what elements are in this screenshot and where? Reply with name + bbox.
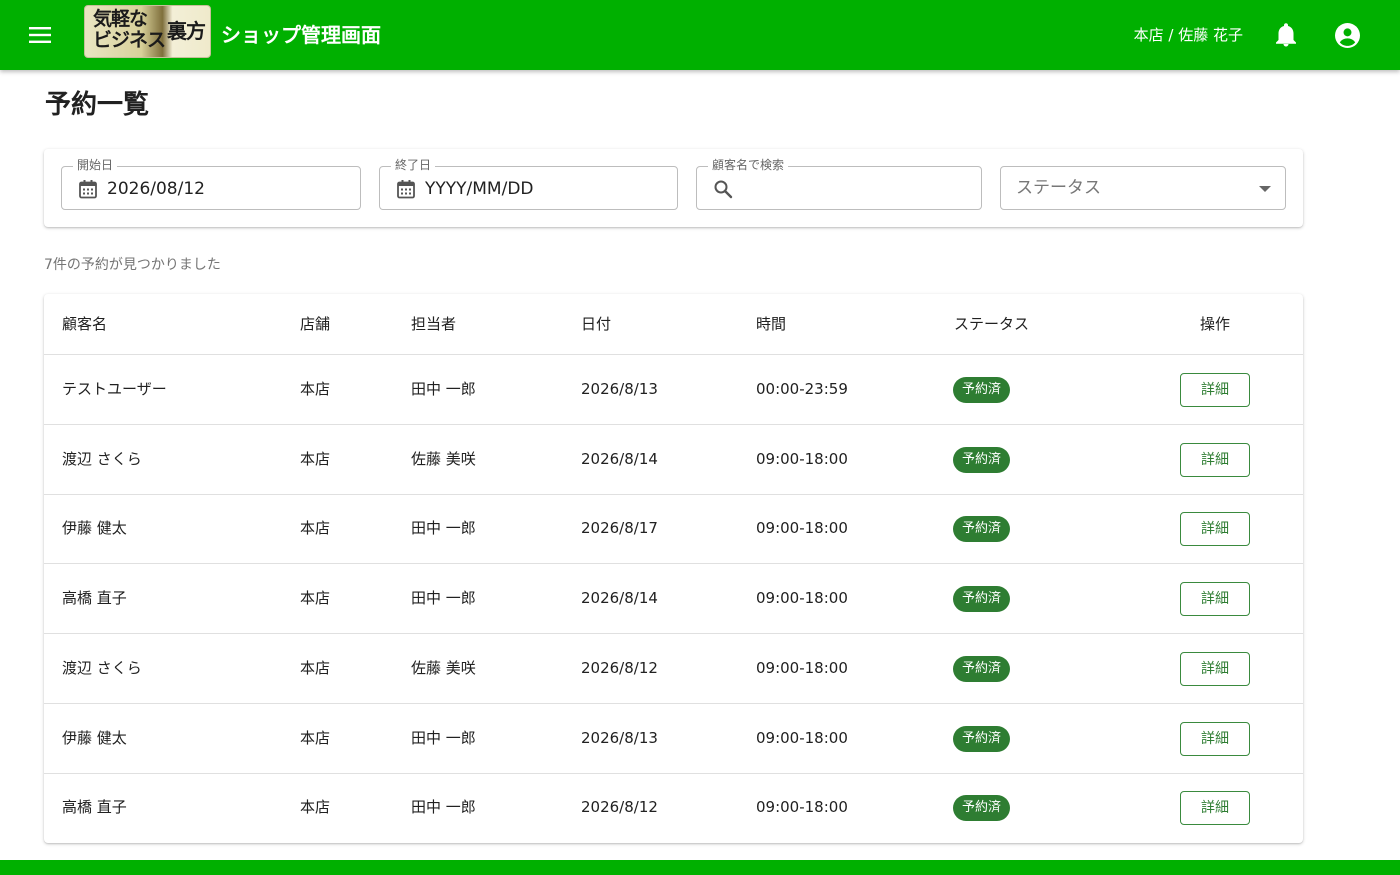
status-badge: 予約済 xyxy=(953,446,1011,473)
start-date-value: 2026/08/12 xyxy=(107,179,205,199)
cell-customer: 高橋 直子 xyxy=(62,798,127,817)
page-title: 予約一覧 xyxy=(45,90,150,120)
status-badge: 予約済 xyxy=(953,377,1011,403)
cell-customer: 高橋 直子 xyxy=(62,589,127,608)
menu-icon xyxy=(29,27,51,43)
column-header-store[interactable]: 店舗 xyxy=(300,314,330,334)
status-badge: 予約済 xyxy=(953,586,1011,613)
detail-button[interactable]: 詳細 xyxy=(1180,721,1250,756)
cell-time: 09:00-18:00 xyxy=(756,449,848,468)
brand-logo[interactable]: 気軽な ビジネス 裏方 xyxy=(84,5,211,58)
app-title: ショップ管理画面 xyxy=(221,23,381,47)
cell-staff: 田中 一郎 xyxy=(411,589,476,608)
table-row[interactable]: 渡辺 さくら 本店 佐藤 美咲 2026/8/14 09:00-18:00 予約済 詳細 xyxy=(44,425,1303,495)
menu-button[interactable] xyxy=(20,15,60,55)
notifications-button[interactable] xyxy=(1270,19,1302,51)
customer-search-label: 顧客名で検索 xyxy=(708,158,789,172)
cell-date: 2026/8/13 xyxy=(581,380,658,398)
end-date-label: 終了日 xyxy=(391,158,436,172)
cell-store: 本店 xyxy=(300,589,331,608)
cell-time: 09:00-18:00 xyxy=(756,589,848,608)
cell-staff: 佐藤 美咲 xyxy=(411,658,476,677)
start-date-label: 開始日 xyxy=(73,158,118,172)
search-icon xyxy=(714,180,733,199)
cell-date: 2026/8/14 xyxy=(581,589,658,608)
table-header: 顧客名 店舗 担当者 日付 時間 ステータス 操作 xyxy=(44,294,1303,355)
table-row[interactable]: 伊藤 健太 本店 田中 一郎 2026/8/17 09:00-18:00 予約済 詳細 xyxy=(44,494,1303,565)
cell-staff: 田中 一郎 xyxy=(411,519,476,538)
cell-date: 2026/8/12 xyxy=(581,658,658,677)
calendar-icon xyxy=(397,180,415,199)
store-user-label[interactable]: 本店 / 佐藤 花子 xyxy=(1134,24,1243,46)
cell-time: 09:00-18:00 xyxy=(756,798,848,817)
detail-button[interactable]: 詳細 xyxy=(1180,512,1250,547)
status-select[interactable]: ステータス xyxy=(1000,166,1286,210)
account-circle-icon xyxy=(1334,22,1360,48)
column-header-actions: 操作 xyxy=(1200,315,1231,333)
table-row[interactable]: 渡辺 さくら 本店 佐藤 美咲 2026/8/12 09:00-18:00 予約済 詳細 xyxy=(44,634,1303,704)
cell-store: 本店 xyxy=(300,519,331,538)
cell-time: 00:00-23:59 xyxy=(756,380,848,398)
status-badge: 予約済 xyxy=(953,516,1011,543)
table-row[interactable]: 伊藤 健太 本店 田中 一郎 2026/8/13 09:00-18:00 予約済 詳細 xyxy=(44,704,1303,774)
cell-store: 本店 xyxy=(300,798,331,817)
column-header-customer[interactable]: 顧客名 xyxy=(62,314,107,334)
cell-store: 本店 xyxy=(300,380,331,398)
cell-customer: 渡辺 さくら xyxy=(62,449,142,468)
cell-staff: 佐藤 美咲 xyxy=(411,449,476,468)
table-row[interactable]: 高橋 直子 本店 田中 一郎 2026/8/12 09:00-18:00 予約済 詳細 xyxy=(44,773,1303,843)
column-header-date[interactable]: 日付 xyxy=(581,314,611,334)
table-row[interactable]: テストユーザー 本店 田中 一郎 2026/8/13 00:00-23:59 予約済 詳細 xyxy=(44,355,1303,425)
calendar-icon xyxy=(79,180,97,199)
cell-customer: 渡辺 さくら xyxy=(62,658,142,677)
customer-search-field[interactable]: 顧客名で検索 xyxy=(696,158,982,210)
cell-store: 本店 xyxy=(300,658,331,677)
cell-staff: 田中 一郎 xyxy=(411,728,476,747)
footer-bar xyxy=(0,860,1400,875)
logo-text-accent: 裏方 xyxy=(167,19,206,43)
cell-customer: 伊藤 健太 xyxy=(62,519,127,538)
bell-icon xyxy=(1276,23,1296,47)
cell-customer: テストユーザー xyxy=(62,380,167,398)
result-count: 7件の予約が見つかりました xyxy=(44,257,221,273)
detail-button[interactable]: 詳細 xyxy=(1180,651,1250,686)
dropdown-arrow-icon xyxy=(1259,186,1271,192)
detail-button[interactable]: 詳細 xyxy=(1180,582,1250,617)
table-row[interactable]: 高橋 直子 本店 田中 一郎 2026/8/14 09:00-18:00 予約済 詳細 xyxy=(44,564,1303,635)
account-button[interactable] xyxy=(1331,19,1363,51)
column-header-status[interactable]: ステータス xyxy=(954,314,1029,334)
cell-staff: 田中 一郎 xyxy=(411,798,476,817)
status-badge: 予約済 xyxy=(953,795,1011,822)
cell-time: 09:00-18:00 xyxy=(756,519,848,538)
cell-staff: 田中 一郎 xyxy=(411,380,476,398)
cell-store: 本店 xyxy=(300,728,331,747)
status-badge: 予約済 xyxy=(953,655,1011,682)
customer-search-input[interactable] xyxy=(739,173,969,203)
end-date-field[interactable]: 終了日 YYYY/MM/DD xyxy=(379,158,678,210)
end-date-value: YYYY/MM/DD xyxy=(425,179,534,199)
cell-date: 2026/8/17 xyxy=(581,519,658,538)
status-badge: 予約済 xyxy=(953,725,1011,752)
cell-time: 09:00-18:00 xyxy=(756,658,848,677)
detail-button[interactable]: 詳細 xyxy=(1180,442,1250,477)
cell-customer: 伊藤 健太 xyxy=(62,728,127,747)
filter-panel: 開始日 2026/08/12 終了日 YYYY/MM/DD 顧客名で検索 ステー… xyxy=(44,149,1303,227)
status-select-placeholder: ステータス xyxy=(1016,178,1101,198)
detail-button[interactable]: 詳細 xyxy=(1180,373,1250,407)
detail-button[interactable]: 詳細 xyxy=(1180,791,1250,826)
reservations-table: 顧客名 店舗 担当者 日付 時間 ステータス 操作 テストユーザー 本店 田中 一郎… xyxy=(44,294,1303,843)
cell-store: 本店 xyxy=(300,449,331,468)
logo-text: 気軽な ビジネス xyxy=(93,8,166,51)
cell-date: 2026/8/13 xyxy=(581,728,658,747)
column-header-staff[interactable]: 担当者 xyxy=(411,314,456,334)
cell-date: 2026/8/14 xyxy=(581,449,658,468)
cell-time: 09:00-18:00 xyxy=(756,728,848,747)
app-bar: 気軽な ビジネス 裏方 ショップ管理画面 本店 / 佐藤 花子 xyxy=(0,0,1400,70)
start-date-field[interactable]: 開始日 2026/08/12 xyxy=(61,158,361,210)
column-header-time[interactable]: 時間 xyxy=(756,314,786,334)
cell-date: 2026/8/12 xyxy=(581,798,658,817)
